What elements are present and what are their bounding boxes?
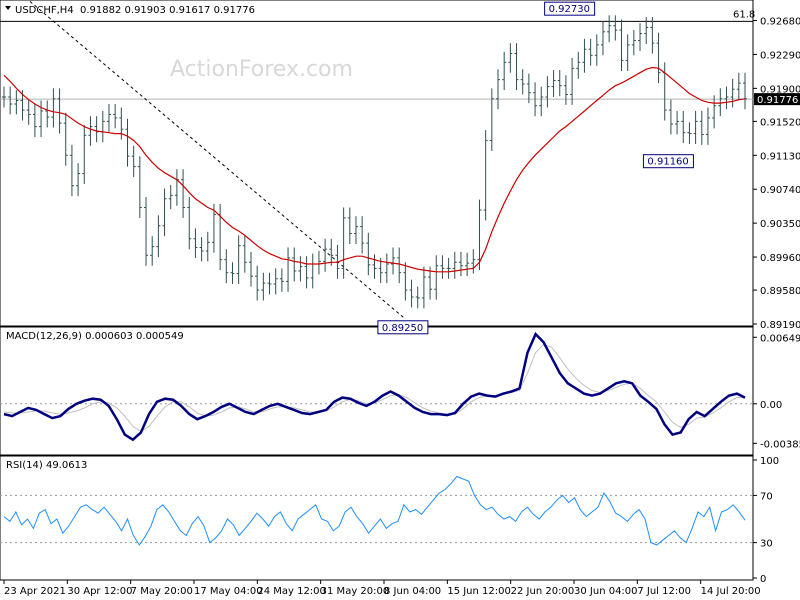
rsi-y-tick-label: 70 — [760, 491, 773, 502]
x-axis-tick-label: 15 Jun 12:00 — [447, 586, 511, 597]
x-axis-tick-label: 22 Jun 20:00 — [511, 586, 575, 597]
price-y-tick-label: 0.91130 — [760, 151, 800, 162]
chart-window: ActionForex.com USDCHF,H4 0.91882 0.9190… — [0, 0, 800, 600]
price-y-tick-label: 0.89580 — [760, 286, 800, 297]
x-axis-tick-label: 7 May 20:00 — [131, 586, 193, 597]
axis-layer: 23 Apr 2021 30 Apr 12:007 May 20:00 17 May… — [3, 580, 761, 597]
price-title: USDCHF,H4 0.91882 0.91903 0.91617 0.9177… — [5, 5, 255, 16]
chart-canvas: ActionForex.com USDCHF,H4 0.91882 0.9190… — [0, 0, 800, 597]
macd-panel-frame — [0, 326, 754, 456]
macd-title: MACD(12,26,9) 0.000603 0.000549 — [6, 331, 184, 342]
x-axis-tick-label: 14 Jul 20:00 — [701, 586, 761, 597]
ohlc-label: 0.91882 0.91903 0.91617 0.91776 — [80, 5, 255, 16]
price-y-tick-label: 0.91520 — [760, 117, 800, 128]
rsi-title: RSI(14) 49.0613 — [6, 460, 87, 471]
watermark: ActionForex.com — [170, 57, 353, 82]
price-annotation-label: 0.89250 — [382, 323, 423, 334]
price-y-tick-label: 0.92680 — [760, 17, 800, 28]
x-axis-tick-label: 30 Jun 04:00 — [574, 586, 638, 597]
price-y-tick-label: 0.90350 — [760, 219, 800, 230]
price-y-tick-label: 0.89960 — [760, 253, 800, 264]
x-axis-tick-label: 17 May 04:00 — [194, 586, 263, 597]
macd-y-tick-label: -0.003855 — [760, 439, 800, 450]
macd-y-tick-label: 0.00649 — [760, 333, 800, 344]
rsi-y-tick-label: 30 — [760, 539, 773, 550]
price-annotation-label: 0.91160 — [647, 157, 688, 168]
symbol-label: USDCHF,H4 — [15, 5, 74, 16]
x-axis-tick-label: 24 May 12:00 — [257, 586, 326, 597]
fib-level-label: 61.8 — [733, 9, 755, 20]
price-y-tick-label: 0.89190 — [760, 320, 800, 331]
x-axis-tick-label: 7 Jul 12:00 — [637, 586, 691, 597]
price-y-tick-label: 0.90740 — [760, 185, 800, 196]
current-price-label: 0.91776 — [757, 95, 798, 106]
price-annotation-label: 0.92730 — [549, 4, 590, 15]
rsi-y-tick-label: 100 — [760, 456, 779, 467]
price-y-tick-label: 0.92290 — [760, 50, 800, 61]
x-axis-tick-label: 23 Apr 2021 — [4, 586, 66, 597]
macd-y-tick-label: 0.00 — [760, 400, 782, 411]
x-axis-tick-label: 31 May 20:00 — [321, 586, 390, 597]
rsi-y-tick-label: 0 — [760, 574, 766, 585]
x-axis-tick-label: 30 Apr 12:00 — [67, 586, 132, 597]
x-axis-tick-label: 8 Jun 04:00 — [384, 586, 441, 597]
